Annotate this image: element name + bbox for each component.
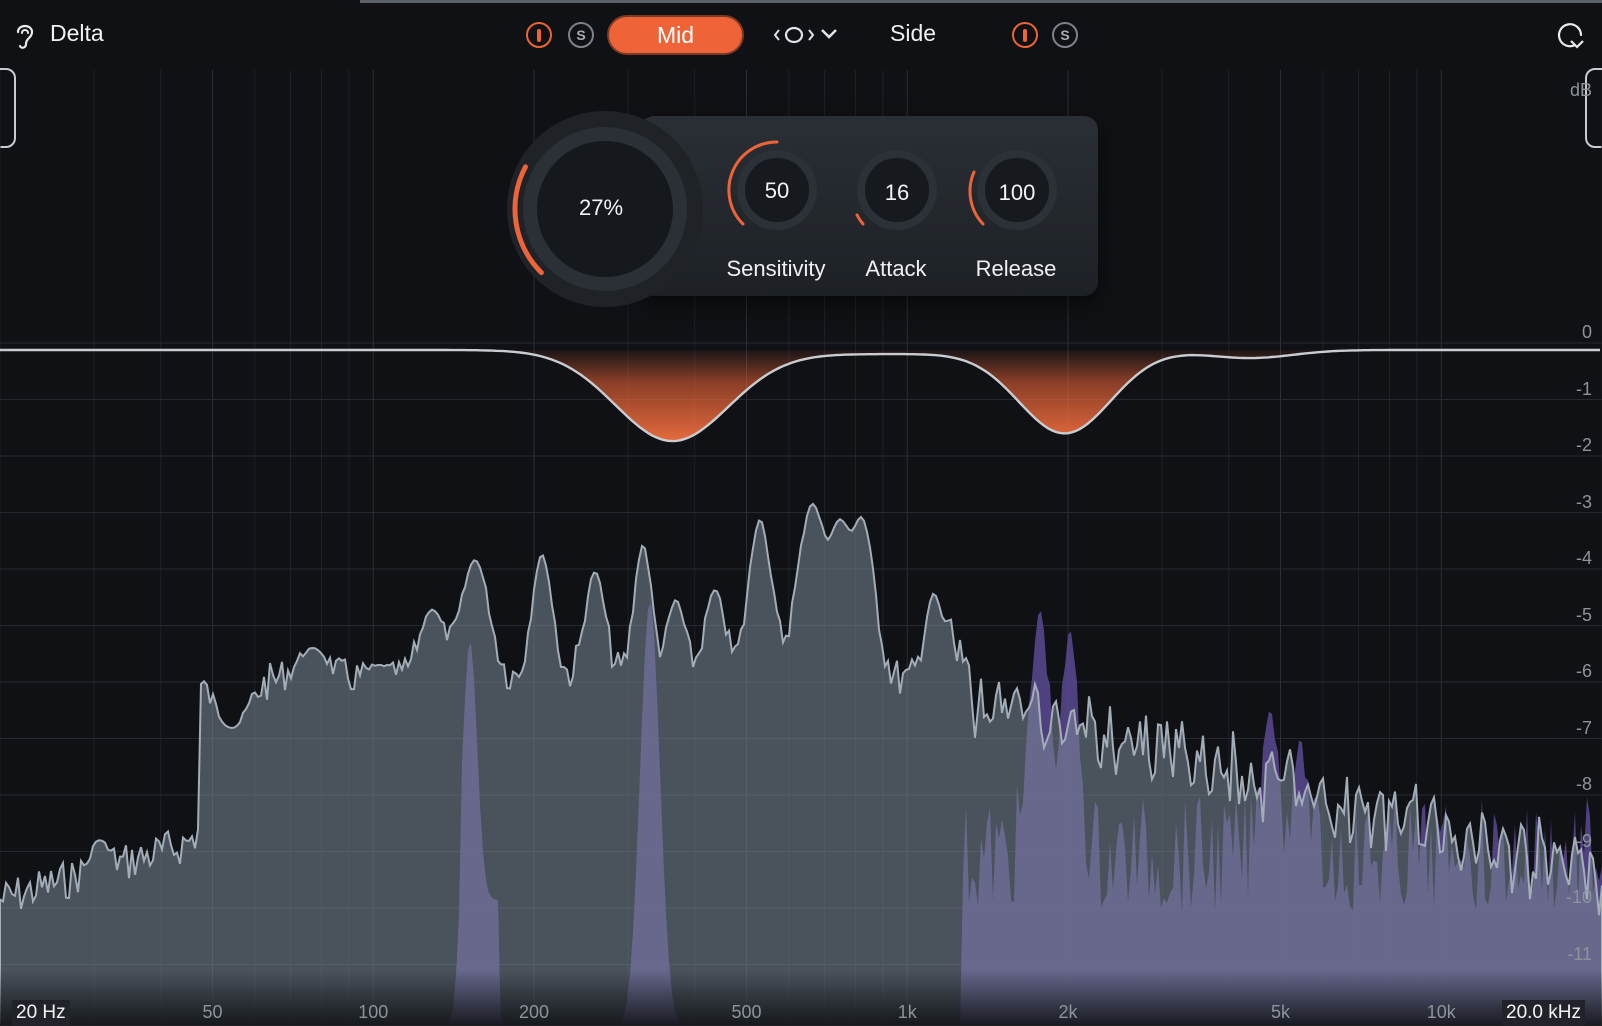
freq-tick-label: 100 xyxy=(358,1002,389,1022)
db-tick-label: -6 xyxy=(1575,661,1592,681)
mid-solo-button[interactable]: S xyxy=(568,22,594,48)
side-solo-button[interactable]: S xyxy=(1052,22,1078,48)
db-tick-label: -10 xyxy=(1565,887,1592,907)
sensitivity-value: 50 xyxy=(764,178,790,203)
mid-channel-button[interactable]: Mid xyxy=(607,15,744,55)
side-channel-button[interactable]: Side xyxy=(890,20,936,47)
db-tick-label: -8 xyxy=(1575,774,1592,794)
db-tick-label: 0 xyxy=(1581,322,1592,342)
gain-reduction-curve[interactable] xyxy=(0,348,1600,443)
freq-tick-label: 1k xyxy=(897,1002,917,1022)
mid-mute-button[interactable] xyxy=(526,22,552,48)
mid-spectrum xyxy=(0,502,1602,1026)
freq-tick-label: 10k xyxy=(1426,1002,1456,1022)
freq-min-label: 20 Hz xyxy=(12,1000,70,1026)
top-bar: Delta S Mid Side S xyxy=(0,0,1602,70)
attack-label: Attack xyxy=(865,256,927,281)
db-tick-label: -2 xyxy=(1575,435,1592,455)
db-tick-label: -4 xyxy=(1575,548,1592,568)
freq-max-label: 20.0 kHz xyxy=(1502,1000,1585,1026)
freq-tick-label: 50 xyxy=(202,1002,223,1022)
sensitivity-label: Sensitivity xyxy=(726,256,826,281)
module-title: Delta xyxy=(50,20,104,46)
db-tick-label: -3 xyxy=(1575,491,1592,512)
freq-tick-label: 500 xyxy=(731,1002,762,1022)
db-tick-label: -5 xyxy=(1575,604,1592,625)
freq-tick-label: 5k xyxy=(1270,1002,1290,1022)
db-tick-label: -9 xyxy=(1575,830,1592,851)
attack-value: 16 xyxy=(884,180,910,205)
amount-value: 27% xyxy=(578,195,624,220)
freq-tick-label: 2k xyxy=(1058,1002,1078,1022)
release-value: 100 xyxy=(998,180,1036,205)
stereo-mode-dropdown[interactable] xyxy=(772,20,842,50)
gain-reduction-area xyxy=(0,350,1602,442)
freq-tick-label: 200 xyxy=(518,1002,550,1022)
ear-icon[interactable] xyxy=(10,18,40,52)
db-tick-label: -11 xyxy=(1567,943,1592,964)
reset-icon[interactable] xyxy=(1553,17,1587,53)
release-label: Release xyxy=(975,256,1057,281)
side-mute-button[interactable] xyxy=(1012,22,1038,48)
db-unit-label: dB xyxy=(1569,80,1592,100)
db-tick-label: -1 xyxy=(1575,378,1592,399)
db-tick-label: -7 xyxy=(1575,717,1592,738)
